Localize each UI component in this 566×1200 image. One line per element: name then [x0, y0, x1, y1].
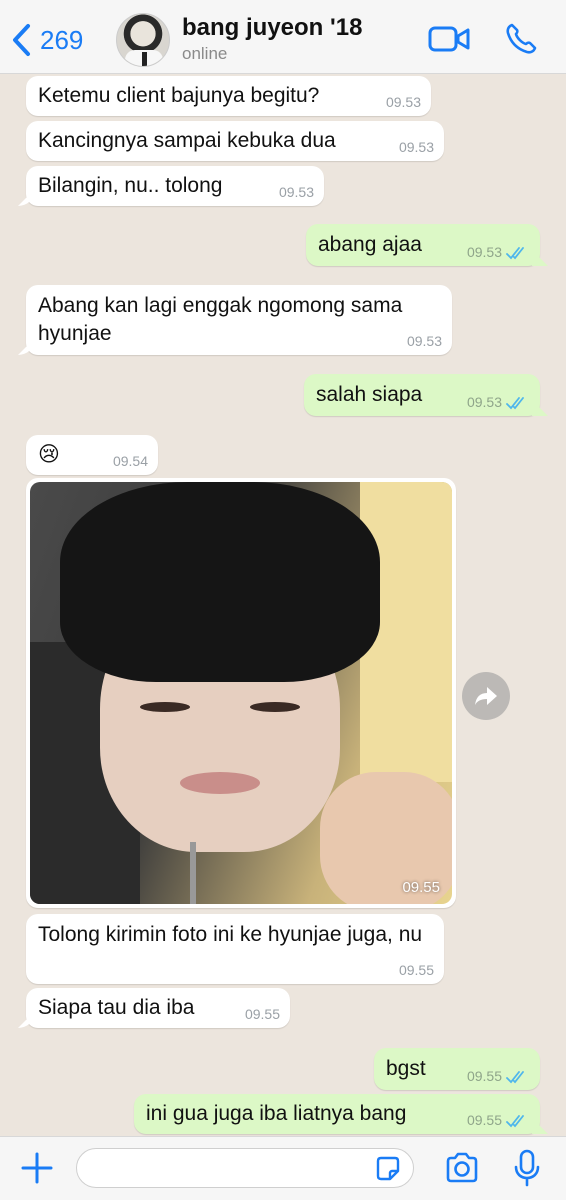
- message-text: Ketemu client bajunya begitu?: [38, 84, 320, 107]
- message-bubble-incoming[interactable]: Tolong kirimin foto ini ke hyunjae juga,…: [26, 914, 444, 984]
- message-bubble-outgoing[interactable]: bgst 09.55: [374, 1048, 540, 1090]
- message-time: 09.54: [112, 453, 148, 469]
- message-text: ini gua juga iba liatnya bang: [146, 1102, 407, 1125]
- message-bubble-incoming[interactable]: Bilangin, nu.. tolong 09.53: [26, 166, 324, 206]
- contact-status: online: [182, 44, 228, 63]
- message-time: 09.53: [385, 94, 421, 110]
- composer-bar: [0, 1136, 566, 1200]
- sticker-icon[interactable]: [374, 1155, 402, 1183]
- camera-icon[interactable]: [444, 1151, 480, 1185]
- message-time: 09.55: [398, 962, 434, 978]
- contact-name[interactable]: bang juyeon '18: [182, 14, 362, 42]
- message-bubble-incoming[interactable]: Siapa tau dia iba 09.55: [26, 988, 290, 1028]
- message-text: Kancingnya sampai kebuka dua: [38, 129, 336, 152]
- message-time: 09.53: [406, 333, 442, 349]
- unread-count: 269: [40, 24, 84, 55]
- chevron-left-icon: [13, 24, 30, 56]
- double-check-icon: [506, 397, 524, 410]
- message-input[interactable]: [76, 1148, 414, 1188]
- message-time: 09.53: [466, 394, 502, 410]
- message-text: Tolong kirimin foto ini ke hyunjae juga,…: [38, 923, 423, 946]
- message-bubble-incoming[interactable]: Abang kan lagi enggak ngomong sama hyunj…: [26, 285, 452, 355]
- message-time: 09.53: [466, 244, 502, 260]
- message-bubble-outgoing[interactable]: ini gua juga iba liatnya bang 09.55: [134, 1094, 540, 1134]
- message-text: salah siapa: [316, 383, 423, 406]
- message-bubble-incoming[interactable]: 😢 09.54: [26, 435, 158, 475]
- message-time: 09.55: [402, 879, 440, 896]
- double-check-icon: [506, 247, 524, 260]
- back-button[interactable]: 269: [10, 20, 83, 60]
- plus-icon[interactable]: [20, 1151, 54, 1185]
- chat-header: 269 bang juyeon '18 online: [0, 0, 566, 74]
- message-time: 09.55: [466, 1112, 502, 1128]
- microphone-icon[interactable]: [512, 1149, 542, 1187]
- phone-icon[interactable]: [504, 22, 538, 56]
- forward-icon: [475, 687, 497, 705]
- double-check-icon: [506, 1115, 524, 1128]
- message-time: 09.55: [466, 1068, 502, 1084]
- message-time: 09.53: [278, 184, 314, 200]
- message-bubble-incoming[interactable]: Kancingnya sampai kebuka dua 09.53: [26, 121, 444, 161]
- avatar[interactable]: [116, 13, 170, 67]
- photo-message[interactable]: 09.55: [26, 478, 456, 908]
- double-check-icon: [506, 1071, 524, 1084]
- message-bubble-incoming[interactable]: Ketemu client bajunya begitu? 09.53: [26, 76, 431, 116]
- message-text: Abang kan lagi enggak ngomong sama hyunj…: [38, 294, 403, 345]
- emoji-message: 😢: [38, 443, 60, 466]
- message-bubble-outgoing[interactable]: salah siapa 09.53: [304, 374, 540, 416]
- message-text: bgst: [386, 1057, 426, 1080]
- message-text: Bilangin, nu.. tolong: [38, 174, 223, 197]
- video-camera-icon[interactable]: [428, 24, 470, 54]
- message-time: 09.55: [244, 1006, 280, 1022]
- message-bubble-outgoing[interactable]: abang ajaa 09.53: [306, 224, 540, 266]
- message-text: Siapa tau dia iba: [38, 996, 195, 1019]
- forward-button[interactable]: [462, 672, 510, 720]
- message-time: 09.53: [398, 139, 434, 155]
- message-text: abang ajaa: [318, 233, 422, 256]
- photo-image[interactable]: 09.55: [30, 482, 452, 904]
